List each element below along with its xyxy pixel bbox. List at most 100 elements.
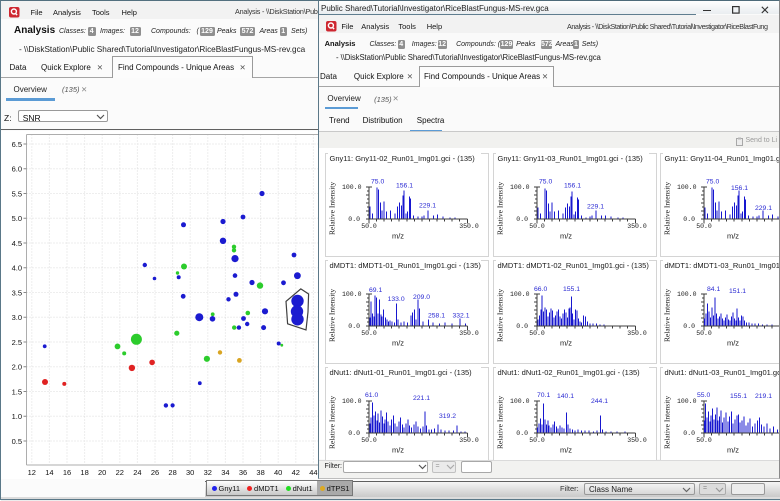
- svg-text:100.0: 100.0: [677, 184, 697, 191]
- svg-text:100.0: 100.0: [342, 184, 362, 191]
- svg-text:2.5: 2.5: [12, 338, 22, 347]
- svg-text:55.0: 55.0: [697, 392, 710, 399]
- svg-text:m/z: m/z: [727, 446, 739, 455]
- svg-text:100.0: 100.0: [509, 184, 529, 191]
- svg-text:dMDT1: dMDT1-02_Run01_Img01.gc: dMDT1: dMDT1-02_Run01_Img01.gci - (135): [497, 261, 649, 270]
- svg-text:Relative Intensity: Relative Intensity: [663, 289, 672, 342]
- svg-text:dNut1: dNut1-03_Run01_Img01.gc: dNut1: dNut1-03_Run01_Img01.gci - (135): [665, 368, 780, 377]
- svg-text:Relative Intensity: Relative Intensity: [495, 289, 504, 342]
- svg-text:30: 30: [186, 468, 194, 477]
- svg-text:Relative Intensity: Relative Intensity: [328, 182, 337, 235]
- svg-text:36: 36: [239, 468, 247, 477]
- svg-text:6.0: 6.0: [12, 165, 22, 174]
- svg-text:m/z: m/z: [392, 339, 404, 348]
- svg-text:0.0: 0.0: [348, 430, 360, 437]
- svg-text:50.0: 50.0: [696, 437, 712, 444]
- svg-text:319.2: 319.2: [439, 413, 456, 420]
- svg-text:3.5: 3.5: [12, 288, 22, 297]
- svg-text:28: 28: [168, 468, 176, 477]
- svg-text:22: 22: [116, 468, 124, 477]
- svg-text:Gny11: Gny11-04_Run01_Img01.gc: Gny11: Gny11-04_Run01_Img01.gci - (135): [665, 154, 780, 163]
- svg-text:69.1: 69.1: [369, 287, 382, 294]
- svg-text:50.0: 50.0: [529, 437, 545, 444]
- svg-text:0.0: 0.0: [348, 323, 360, 330]
- svg-text:42: 42: [292, 468, 300, 477]
- svg-text:m/z: m/z: [392, 232, 404, 241]
- svg-text:m/z: m/z: [727, 339, 739, 348]
- svg-text:244.1: 244.1: [591, 398, 608, 405]
- svg-text:18: 18: [80, 468, 88, 477]
- svg-text:34: 34: [221, 468, 229, 477]
- svg-text:4.5: 4.5: [12, 239, 22, 248]
- svg-text:221.1: 221.1: [413, 395, 430, 402]
- svg-text:155.1: 155.1: [730, 393, 747, 400]
- svg-text:50.0: 50.0: [361, 223, 377, 230]
- svg-text:16: 16: [63, 468, 71, 477]
- svg-text:209.0: 209.0: [413, 294, 430, 301]
- svg-text:0.0: 0.0: [683, 430, 695, 437]
- svg-text:0.5: 0.5: [12, 437, 22, 446]
- svg-text:350.0: 350.0: [627, 223, 647, 230]
- svg-text:dMDT1: dMDT1-01_Run01_Img01.gc: dMDT1: dMDT1-01_Run01_Img01.gci - (135): [330, 261, 482, 270]
- svg-text:229.1: 229.1: [419, 203, 436, 210]
- svg-text:20: 20: [98, 468, 106, 477]
- svg-text:155.1: 155.1: [563, 286, 580, 293]
- svg-text:219.1: 219.1: [755, 393, 772, 400]
- svg-text:Relative Intensity: Relative Intensity: [495, 182, 504, 235]
- svg-text:151.1: 151.1: [729, 288, 746, 295]
- svg-text:140.1: 140.1: [557, 393, 574, 400]
- svg-text:350.0: 350.0: [459, 223, 479, 230]
- svg-text:26: 26: [151, 468, 159, 477]
- svg-text:0.0: 0.0: [516, 430, 528, 437]
- svg-text:0.0: 0.0: [683, 216, 695, 223]
- svg-text:258.1: 258.1: [428, 313, 445, 320]
- svg-text:24: 24: [133, 468, 141, 477]
- svg-text:dNut1: dNut1-01_Run01_Img01.gc: dNut1: dNut1-01_Run01_Img01.gci - (135): [330, 368, 473, 377]
- svg-text:4.0: 4.0: [12, 264, 22, 273]
- svg-text:100.0: 100.0: [677, 291, 697, 298]
- svg-text:50.0: 50.0: [529, 330, 545, 337]
- svg-text:50.0: 50.0: [361, 330, 377, 337]
- svg-text:66.0: 66.0: [534, 286, 547, 293]
- svg-text:156.1: 156.1: [564, 183, 581, 190]
- svg-text:75.0: 75.0: [539, 179, 552, 186]
- svg-text:50.0: 50.0: [696, 223, 712, 230]
- svg-text:350.0: 350.0: [459, 437, 479, 444]
- svg-text:350.0: 350.0: [627, 437, 647, 444]
- svg-text:50.0: 50.0: [696, 330, 712, 337]
- svg-text:12: 12: [28, 468, 36, 477]
- svg-text:5.5: 5.5: [12, 189, 22, 198]
- svg-text:1.5: 1.5: [12, 387, 22, 396]
- svg-text:m/z: m/z: [727, 232, 739, 241]
- svg-text:50.0: 50.0: [529, 223, 545, 230]
- svg-text:6.5: 6.5: [12, 140, 22, 149]
- svg-text:100.0: 100.0: [342, 398, 362, 405]
- svg-text:Relative Intensity: Relative Intensity: [663, 396, 672, 449]
- svg-text:229.1: 229.1: [587, 204, 604, 211]
- svg-text:32: 32: [204, 468, 212, 477]
- svg-text:dNut1: dNut1-02_Run01_Img01.gc: dNut1: dNut1-02_Run01_Img01.gci - (135): [497, 368, 640, 377]
- svg-text:m/z: m/z: [392, 446, 404, 455]
- svg-text:84.1: 84.1: [707, 286, 720, 293]
- svg-text:2.0: 2.0: [12, 363, 22, 372]
- svg-text:Relative Intensity: Relative Intensity: [328, 289, 337, 342]
- svg-text:3.0: 3.0: [12, 313, 22, 322]
- svg-text:Gny11: Gny11-02_Run01_Img01.gc: Gny11: Gny11-02_Run01_Img01.gci - (135): [330, 154, 476, 163]
- svg-text:Gny11: Gny11-03_Run01_Img01.gc: Gny11: Gny11-03_Run01_Img01.gci - (135): [497, 154, 643, 163]
- svg-text:100.0: 100.0: [509, 398, 529, 405]
- svg-text:m/z: m/z: [559, 446, 571, 455]
- svg-text:1.0: 1.0: [12, 412, 22, 421]
- svg-text:Relative Intensity: Relative Intensity: [495, 396, 504, 449]
- svg-text:0.0: 0.0: [516, 216, 528, 223]
- svg-text:70.1: 70.1: [537, 392, 550, 399]
- svg-text:m/z: m/z: [559, 232, 571, 241]
- svg-text:100.0: 100.0: [677, 398, 697, 405]
- svg-text:44: 44: [309, 468, 317, 477]
- svg-text:156.1: 156.1: [731, 185, 748, 192]
- svg-text:75.0: 75.0: [371, 179, 384, 186]
- svg-text:350.0: 350.0: [459, 330, 479, 337]
- svg-text:350.0: 350.0: [627, 330, 647, 337]
- svg-text:0.0: 0.0: [516, 323, 528, 330]
- svg-text:100.0: 100.0: [342, 291, 362, 298]
- svg-text:m/z: m/z: [559, 339, 571, 348]
